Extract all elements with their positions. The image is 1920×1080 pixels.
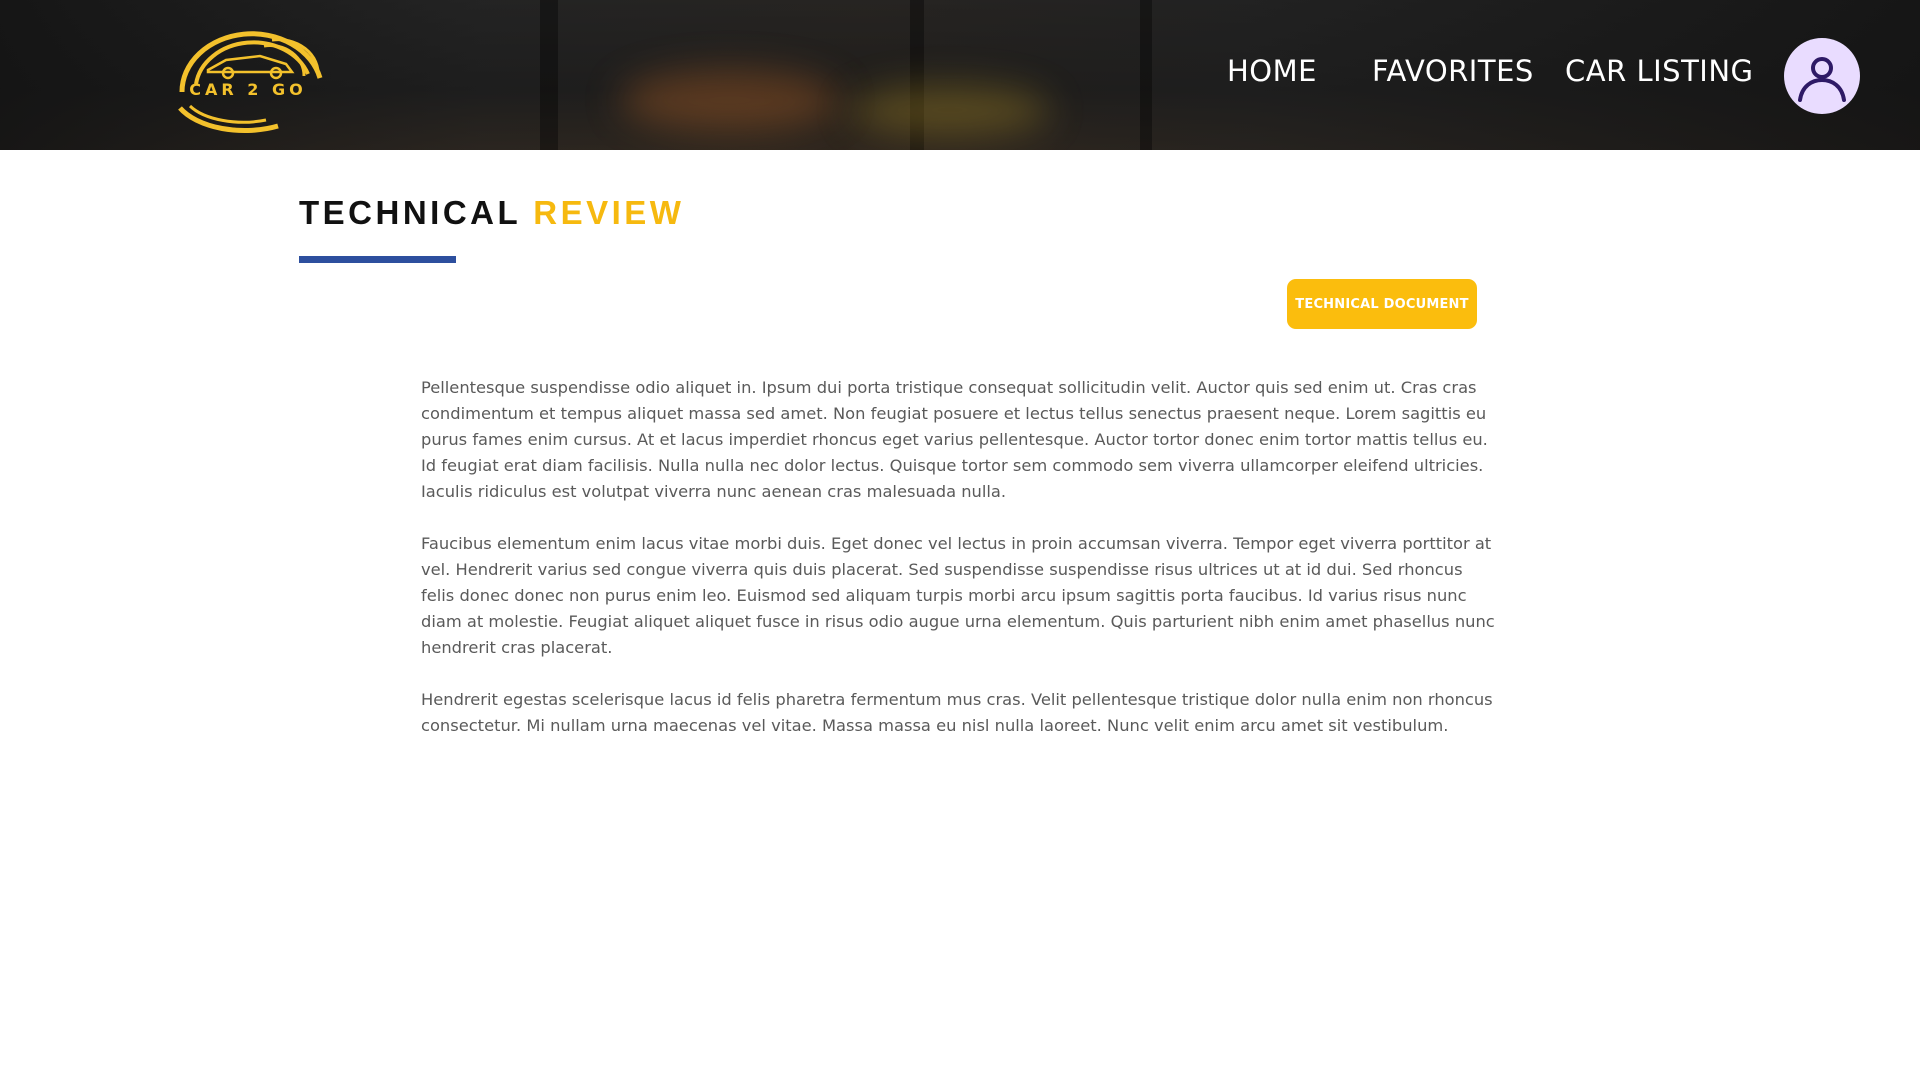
page-title-highlight: REVIEW <box>533 194 685 231</box>
nav-link-car-listing[interactable]: CAR LISTING <box>1565 54 1754 88</box>
technical-document-button[interactable]: TECHNICAL DOCUMENT <box>1287 279 1477 329</box>
page-title: TECHNICAL REVIEW <box>299 194 684 232</box>
nav-link-favorites[interactable]: FAVORITES <box>1372 54 1534 88</box>
title-underline <box>299 256 456 263</box>
review-paragraph: Faucibus elementum enim lacus vitae morb… <box>421 534 1495 657</box>
user-icon <box>1798 57 1846 102</box>
site-header: CAR 2 GO HOME FAVORITES CAR LISTING <box>0 0 1920 150</box>
review-paragraph: Hendrerit egestas scelerisque lacus id f… <box>421 690 1493 735</box>
review-paragraph: Pellentesque suspendisse odio aliquet in… <box>421 378 1488 501</box>
page-title-primary: TECHNICAL <box>299 194 521 231</box>
user-avatar-button[interactable] <box>1784 38 1860 114</box>
main-nav: HOME FAVORITES CAR LISTING <box>0 54 1920 94</box>
review-text: Pellentesque suspendisse odio aliquet in… <box>421 375 1498 765</box>
nav-link-home[interactable]: HOME <box>1227 54 1317 88</box>
